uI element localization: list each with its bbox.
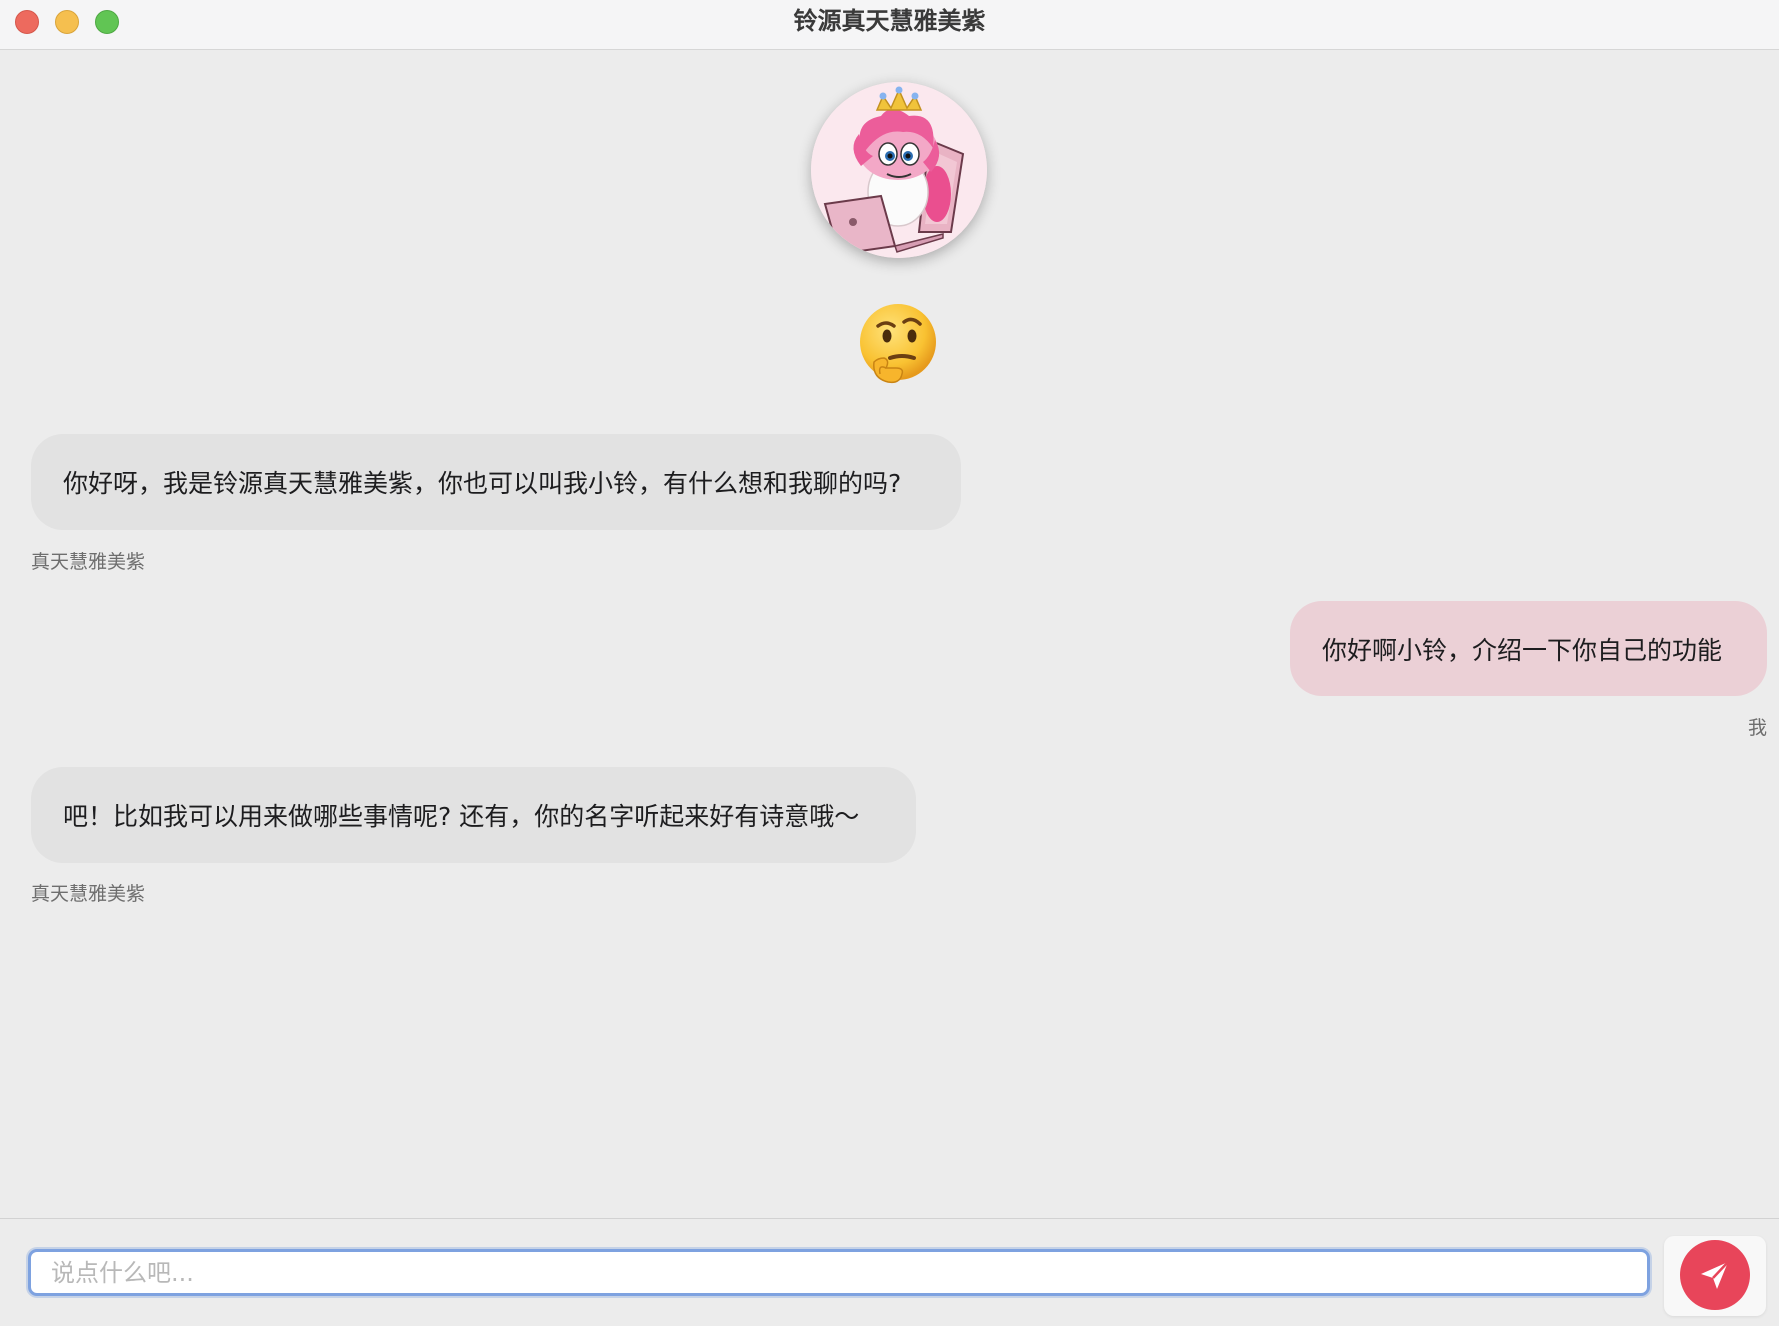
assistant-avatar <box>811 82 987 258</box>
user-message: 你好啊小铃，介绍一下你自己的功能 <box>1290 601 1767 696</box>
send-button[interactable] <box>1680 1240 1750 1310</box>
assistant-message: 吧！比如我可以用来做哪些事情呢? 还有，你的名字听起来好有诗意哦～ <box>31 767 916 863</box>
assistant-message: 你好呀，我是铃源真天慧雅美紫，你也可以叫我小铃，有什么想和我聊的吗? <box>31 434 961 530</box>
title-bar: 铃源真天慧雅美紫 <box>0 0 1779 50</box>
message-text: 你好啊小铃，介绍一下你自己的功能 <box>1322 635 1723 665</box>
chat-window: 铃源真天慧雅美紫 你好呀，我是铃源真天慧雅美紫，你也可以叫我小铃，有什么想和我聊… <box>0 0 1779 1326</box>
message-text: 吧！比如我可以用来做哪些事情呢? 还有，你的名字听起来好有诗意哦～ <box>63 802 860 831</box>
thinking-face-emoji <box>856 302 940 386</box>
send-button-container <box>1664 1236 1766 1316</box>
message-input[interactable] <box>28 1249 1650 1296</box>
pony-avatar-icon <box>811 82 987 258</box>
sender-label: 真天慧雅美紫 <box>31 551 146 573</box>
sender-label: 我 <box>1747 717 1767 739</box>
window-title: 铃源真天慧雅美紫 <box>793 7 986 35</box>
message-text: 你好呀，我是铃源真天慧雅美紫，你也可以叫我小铃，有什么想和我聊的吗? <box>63 469 902 498</box>
paper-plane-icon <box>1701 1261 1729 1289</box>
sender-label: 真天慧雅美紫 <box>31 883 146 905</box>
